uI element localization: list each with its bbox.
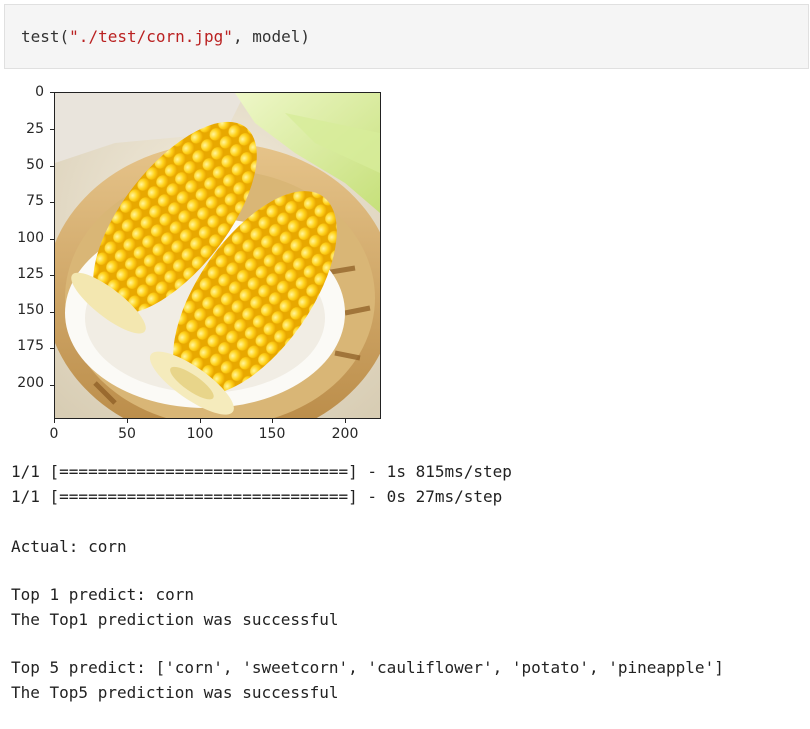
ytick-mark [50,239,54,240]
xtick-mark [200,419,201,423]
xtick-label: 100 [186,426,214,442]
ytick-mark [50,92,54,93]
ytick-mark [50,166,54,167]
path-string: "./test/corn.jpg" [69,27,233,46]
ytick-label: 200 [17,375,44,391]
xtick-label: 150 [258,426,286,442]
ytick-mark [50,385,54,386]
ytick-mark [50,275,54,276]
top5-result: The Top5 prediction was successful [11,683,339,702]
ytick-label: 25 [26,121,44,137]
output-figure: 0 25 50 75 100 125 150 175 200 0 50 100 … [0,80,400,450]
arg-separator: , [232,27,253,46]
corn-image [55,93,380,418]
ytick-label: 100 [17,230,44,246]
top1-predict: Top 1 predict: corn [11,585,195,604]
ytick-label: 175 [17,338,44,354]
ytick-label: 50 [26,157,44,173]
ytick-mark [50,202,54,203]
xtick-mark [54,419,55,423]
top5-predict: Top 5 predict: ['corn', 'sweetcorn', 'ca… [11,658,724,677]
xtick-mark [127,419,128,423]
xtick-label: 0 [49,426,59,442]
ytick-mark [50,348,54,349]
ytick-label: 150 [17,302,44,318]
xtick-label: 200 [331,426,359,442]
image-axes [54,92,381,419]
ytick-label: 125 [17,266,44,282]
ytick-label: 0 [35,84,44,100]
code-line[interactable]: test("./test/corn.jpg", model) [21,27,310,46]
function-name: test [21,27,60,46]
open-paren: ( [59,27,70,46]
model-arg: model [252,27,301,46]
ytick-label: 75 [26,193,44,209]
ytick-mark [50,129,54,130]
xtick-mark [345,419,346,423]
code-cell[interactable]: test("./test/corn.jpg", model) [4,4,809,69]
ytick-mark [50,312,54,313]
xtick-label: 50 [118,426,136,442]
close-paren: ) [300,27,311,46]
xtick-mark [272,419,273,423]
top1-result: The Top1 prediction was successful [11,610,339,629]
progress-line: 1/1 [==============================] - 0… [11,487,503,506]
actual-label: Actual: corn [11,537,127,556]
progress-line: 1/1 [==============================] - 1… [11,462,512,481]
